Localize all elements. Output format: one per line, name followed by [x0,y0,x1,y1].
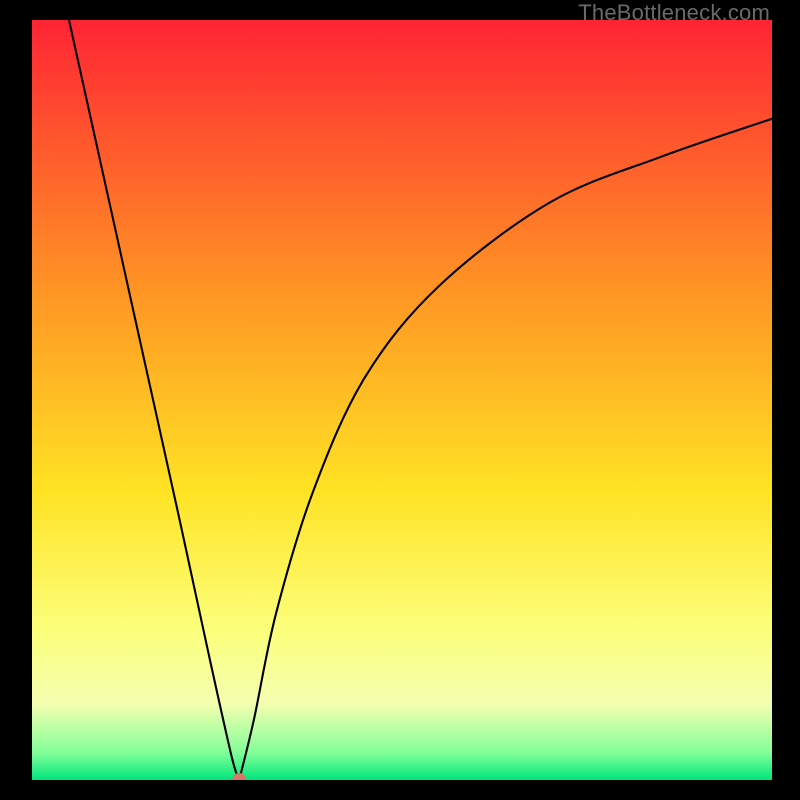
bottleneck-chart [32,20,772,780]
watermark-text: TheBottleneck.com [578,0,770,26]
gradient-background [32,20,772,780]
